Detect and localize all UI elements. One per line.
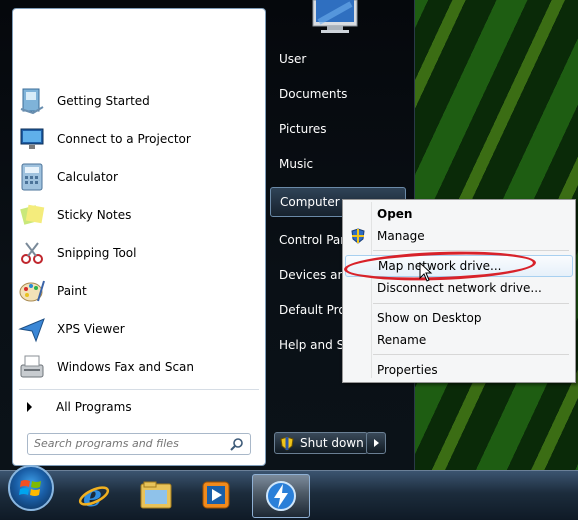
menu-item-rename[interactable]: Rename (345, 329, 573, 351)
menu-item-open[interactable]: Open (345, 203, 573, 225)
program-label: Getting Started (57, 94, 150, 108)
programs-divider (19, 389, 259, 390)
program-paint[interactable]: Paint (17, 274, 261, 308)
arrow-right-icon (27, 402, 32, 412)
search-box[interactable] (27, 433, 251, 455)
windows-logo-icon (19, 477, 43, 499)
right-item-pictures[interactable]: Pictures (270, 114, 406, 144)
right-item-label: Documents (279, 87, 348, 101)
scissors-icon (17, 238, 47, 268)
windows-explorer-icon (139, 480, 173, 510)
projector-icon (17, 124, 47, 154)
right-item-label: Pictures (279, 122, 327, 136)
menu-separator (373, 354, 569, 355)
getting-started-icon (17, 86, 47, 116)
right-item-label: Help and Su (279, 338, 352, 352)
menu-item-label: Disconnect network drive... (377, 281, 542, 295)
menu-item-disconnect-network-drive[interactable]: Disconnect network drive... (345, 277, 573, 299)
sticky-notes-icon (17, 200, 47, 230)
shield-icon (280, 435, 294, 451)
taskbar: e (0, 465, 578, 520)
program-label: Paint (57, 284, 87, 298)
program-label: Windows Fax and Scan (57, 360, 195, 374)
program-getting-started[interactable]: Getting Started (17, 84, 261, 118)
taskbar-windows-explorer[interactable] (128, 474, 184, 516)
arrow-right-icon (373, 439, 379, 447)
context-menu: Open Manage Map network drive... Disconn… (342, 199, 576, 383)
all-programs-label: All Programs (56, 400, 132, 414)
taskbar-pinned-app[interactable] (252, 474, 310, 518)
right-item-music[interactable]: Music (270, 149, 406, 179)
program-label: XPS Viewer (57, 322, 125, 336)
right-item-user[interactable]: User (270, 44, 406, 74)
shutdown-label: Shut down (300, 436, 364, 450)
programs-pane: Getting Started Connect to a Projector C… (12, 8, 266, 466)
right-item-documents[interactable]: Documents (270, 79, 406, 109)
menu-item-label: Open (377, 207, 413, 221)
menu-item-label: Rename (377, 333, 427, 347)
program-label: Connect to a Projector (57, 132, 191, 146)
program-label: Snipping Tool (57, 246, 137, 260)
all-programs-button[interactable]: All Programs (23, 396, 132, 418)
calculator-icon (17, 162, 47, 192)
shutdown-button[interactable]: Shut down (274, 432, 368, 454)
xps-viewer-icon (17, 314, 47, 344)
menu-item-manage[interactable]: Manage (345, 225, 573, 247)
user-picture[interactable] (307, 0, 363, 34)
right-item-label: Control Pan (279, 233, 348, 247)
start-button[interactable] (8, 465, 54, 511)
uac-shield-icon (351, 228, 365, 247)
fax-icon (17, 352, 47, 382)
media-player-icon (201, 480, 231, 510)
program-calculator[interactable]: Calculator (17, 160, 261, 194)
menu-item-show-on-desktop[interactable]: Show on Desktop (345, 307, 573, 329)
program-fax-scan[interactable]: Windows Fax and Scan (17, 350, 261, 384)
mouse-cursor-icon (419, 261, 433, 285)
paint-palette-icon (17, 276, 47, 306)
taskbar-media-player[interactable] (188, 474, 244, 516)
menu-separator (373, 303, 569, 304)
pinned-app-icon (265, 480, 297, 512)
program-connect-projector[interactable]: Connect to a Projector (17, 122, 261, 156)
menu-item-properties[interactable]: Properties (345, 359, 573, 381)
search-input[interactable] (28, 434, 230, 452)
internet-explorer-icon: e (78, 479, 110, 511)
right-item-label: Computer (280, 195, 340, 209)
menu-item-label: Show on Desktop (377, 311, 482, 325)
taskbar-internet-explorer[interactable]: e (66, 474, 122, 516)
shutdown-options-button[interactable] (366, 432, 386, 454)
program-label: Calculator (57, 170, 118, 184)
program-sticky-notes[interactable]: Sticky Notes (17, 198, 261, 232)
program-xps-viewer[interactable]: XPS Viewer (17, 312, 261, 346)
right-item-label: Music (279, 157, 314, 171)
menu-item-label: Properties (377, 363, 438, 377)
program-label: Sticky Notes (57, 208, 132, 222)
search-icon[interactable] (230, 437, 244, 454)
program-snipping-tool[interactable]: Snipping Tool (17, 236, 261, 270)
menu-item-label: Manage (377, 229, 425, 243)
right-item-label: User (279, 52, 307, 66)
